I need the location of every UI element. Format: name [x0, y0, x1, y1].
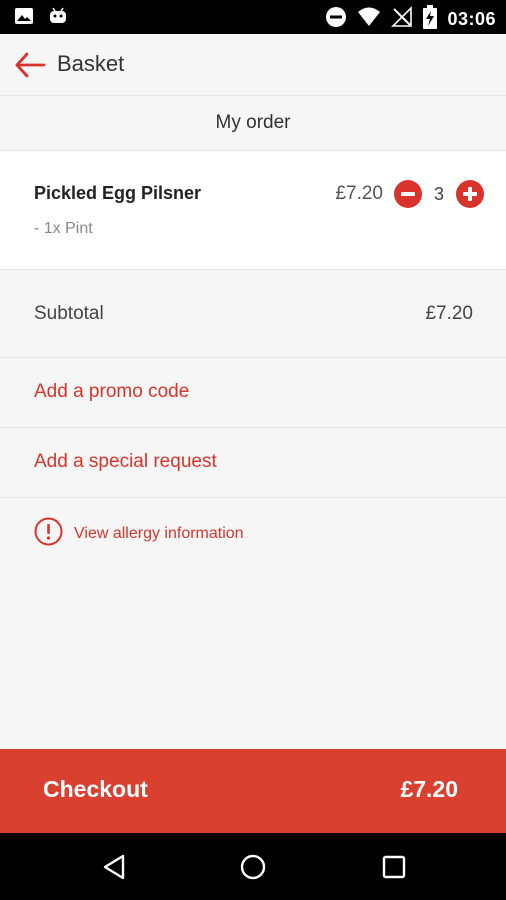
checkout-button[interactable]: Checkout £7.20	[0, 749, 506, 833]
promo-code-label: Add a promo code	[34, 381, 190, 402]
item-quantity: 3	[433, 184, 444, 204]
no-signal-icon	[391, 6, 413, 33]
arrow-left-icon	[14, 52, 46, 84]
allergy-info-link[interactable]: View allergy information	[34, 517, 244, 551]
page-title: Basket	[57, 51, 125, 76]
status-bar-left	[14, 6, 68, 31]
item-option: - 1x Pint	[34, 220, 93, 237]
nav-back-button[interactable]	[99, 851, 131, 883]
subtotal-label: Subtotal	[34, 303, 104, 324]
status-bar: 03:06	[0, 0, 506, 34]
nav-home-button[interactable]	[237, 851, 269, 883]
special-request-label: Add a special request	[34, 451, 217, 472]
alert-circle-icon	[34, 517, 63, 551]
navigation-bar	[0, 833, 506, 900]
subtotal-row: Subtotal £7.20	[0, 270, 506, 358]
minus-icon	[394, 180, 422, 208]
decrease-quantity-button[interactable]	[394, 180, 422, 208]
image-icon	[14, 6, 34, 31]
item-name: Pickled Egg Pilsner	[34, 183, 202, 203]
special-request-link[interactable]: Add a special request	[0, 428, 506, 498]
checkout-total: £7.20	[400, 776, 458, 802]
checkout-label: Checkout	[43, 776, 148, 802]
status-time: 03:06	[447, 9, 496, 29]
nav-recents-button[interactable]	[378, 851, 410, 883]
section-header: My order	[0, 96, 506, 151]
app-bar: Basket	[0, 34, 506, 96]
back-button[interactable]	[14, 50, 46, 80]
increase-quantity-button[interactable]	[456, 180, 484, 208]
square-recents-icon	[378, 855, 410, 887]
promo-code-link[interactable]: Add a promo code	[0, 358, 506, 428]
allergy-info-label: View allergy information	[74, 525, 244, 542]
do-not-disturb-icon	[325, 6, 347, 33]
android-icon	[48, 6, 68, 31]
order-item: Pickled Egg Pilsner - 1x Pint £7.20 3	[0, 151, 506, 270]
plus-icon	[456, 180, 484, 208]
circle-home-icon	[237, 854, 269, 887]
section-title: My order	[215, 112, 291, 133]
wifi-icon	[357, 6, 381, 33]
item-price: £7.20	[335, 183, 383, 204]
triangle-back-icon	[99, 854, 131, 887]
status-bar-right: 03:06	[325, 5, 496, 34]
subtotal-value: £7.20	[425, 303, 473, 324]
battery-charging-icon	[423, 5, 438, 34]
